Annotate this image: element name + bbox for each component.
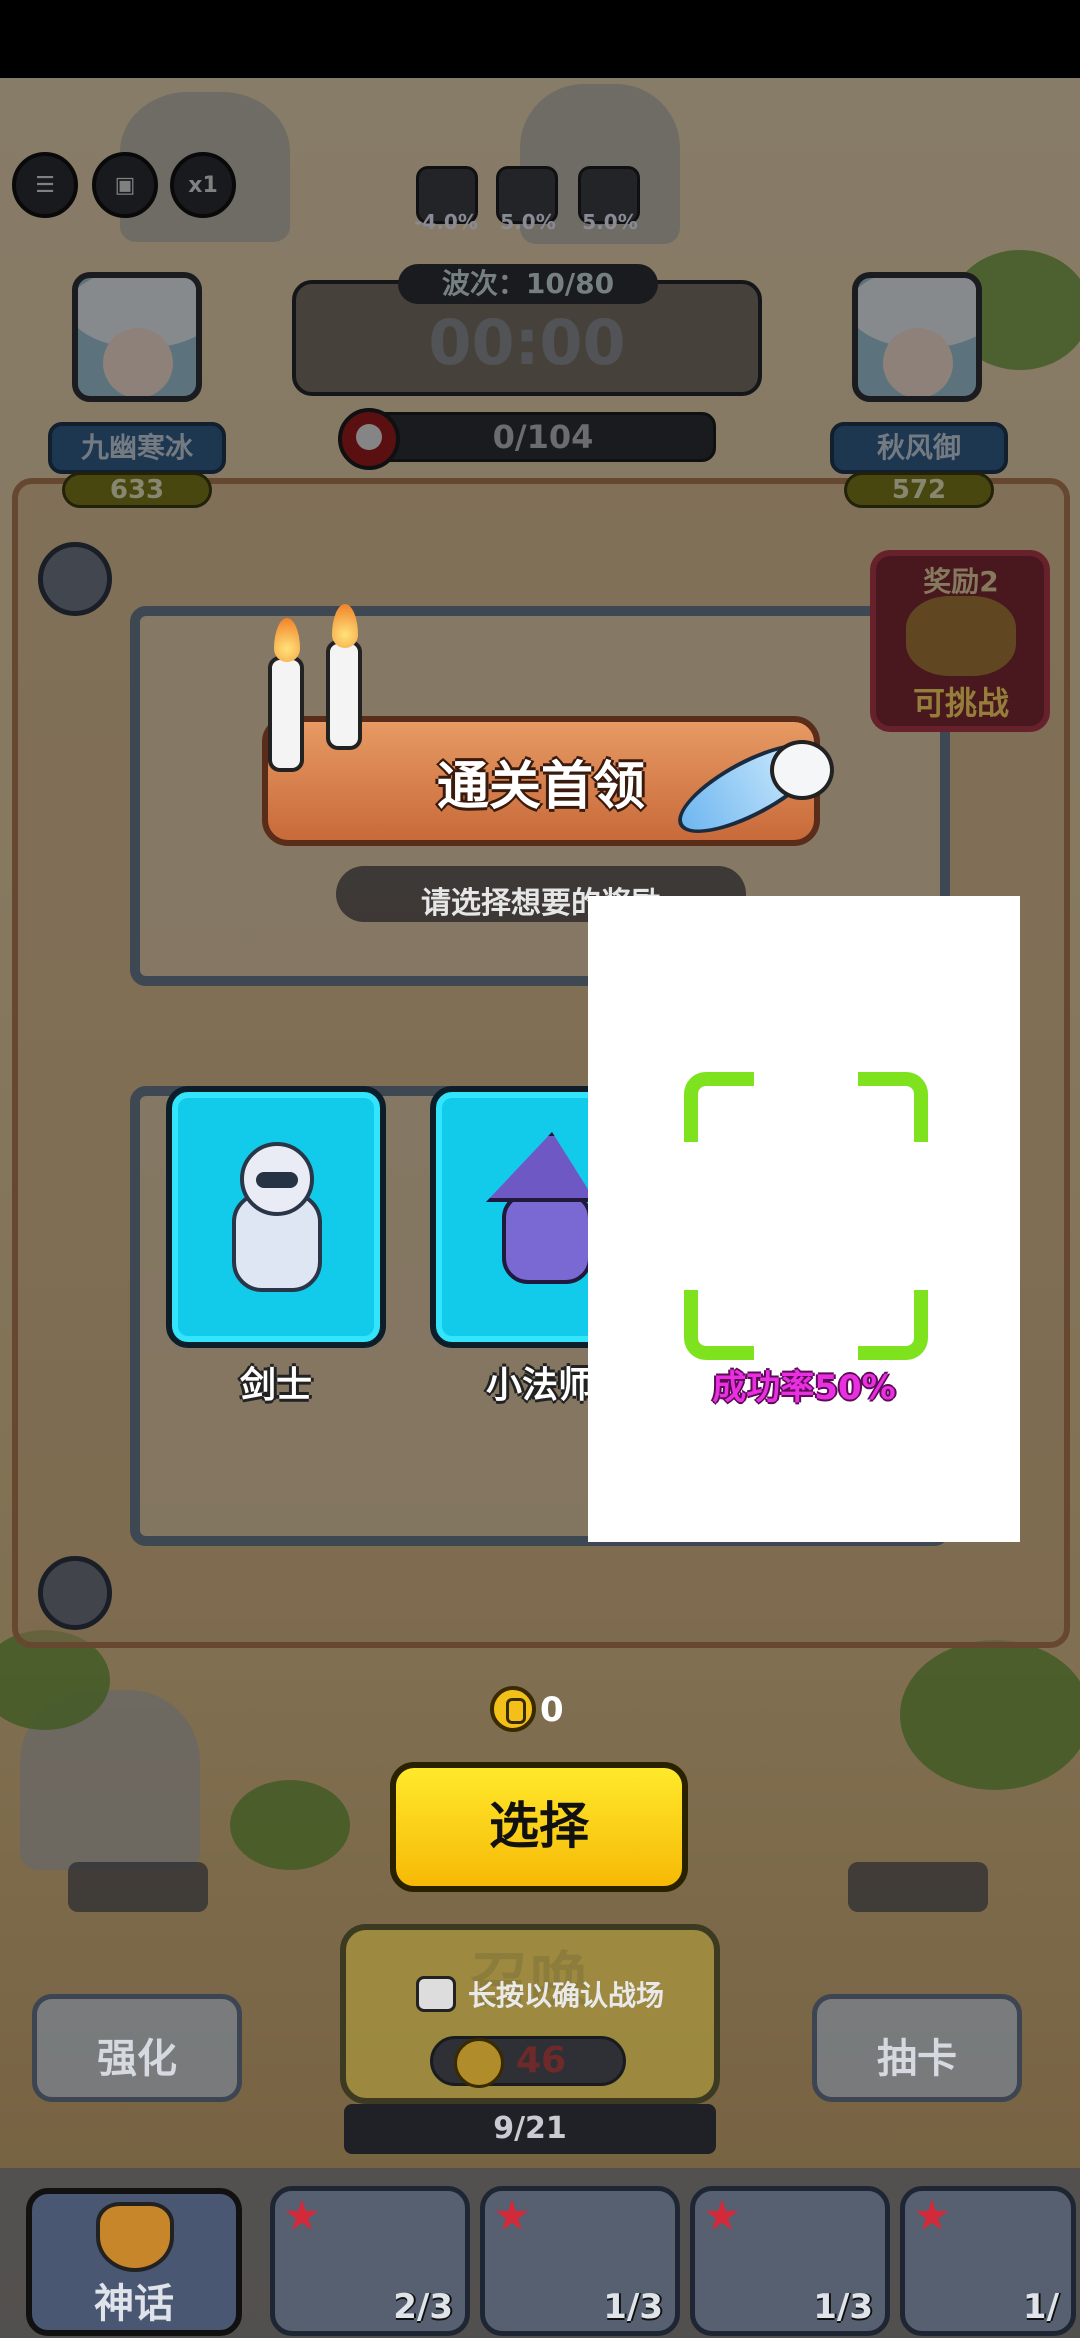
coin-icon [454, 2038, 504, 2088]
star-icon [915, 2199, 949, 2230]
unit-slot[interactable]: 1/3 [690, 2186, 890, 2336]
enhance-button[interactable]: 强化 [32, 1994, 242, 2102]
summon-cost: 46 [516, 2040, 567, 2081]
swordsman-visor [256, 1172, 298, 1188]
unit-slot-count: 1/ [1022, 2287, 1059, 2327]
mage-body [502, 1192, 592, 1284]
corner-bracket-icon [858, 1072, 928, 1142]
candle-icon [326, 640, 362, 750]
success-rate: 成功率50% [712, 1368, 896, 1408]
corner-bracket-icon [858, 1290, 928, 1360]
token-count: 0 [540, 1690, 564, 1730]
population-counter: 9/21 [344, 2104, 716, 2154]
chat-pill [848, 1862, 988, 1912]
myth-emblem-icon [96, 2202, 174, 2272]
select-button[interactable]: 选择 [390, 1762, 688, 1892]
scan-overlay[interactable] [588, 896, 1020, 1542]
long-press-hint: 长按以确认战场 [468, 1979, 665, 2012]
choice-label-swordsman: 剑士 [239, 1365, 312, 1406]
dialog-title: 通关首领 [436, 757, 645, 817]
mage-hat-icon [486, 1132, 596, 1202]
hand-press-icon [416, 1976, 456, 2012]
corner-bracket-icon [684, 1290, 754, 1360]
corner-bracket-icon [684, 1072, 754, 1142]
unit-slot[interactable]: 1/3 [480, 2186, 680, 2336]
unit-slot[interactable]: 1/ [900, 2186, 1076, 2336]
star-icon [285, 2199, 319, 2230]
choice-card-swordsman[interactable] [166, 1086, 386, 1348]
draw-card-button[interactable]: 抽卡 [812, 1994, 1022, 2102]
star-icon [495, 2199, 529, 2230]
game-screen: ☰ ▣ x1 -4.0% 5.0% 5.0% 波次：10/80 00:00 0/… [0, 0, 1080, 2338]
unit-slot-count: 1/3 [813, 2287, 873, 2327]
unit-slot-count: 2/3 [393, 2287, 453, 2327]
unit-slot[interactable]: 2/3 [270, 2186, 470, 2336]
token-icon [490, 1686, 536, 1732]
star-icon [705, 2199, 739, 2230]
calendar-pill [68, 1862, 208, 1912]
status-bar [0, 0, 1080, 78]
unit-slot-count: 1/3 [603, 2287, 663, 2327]
